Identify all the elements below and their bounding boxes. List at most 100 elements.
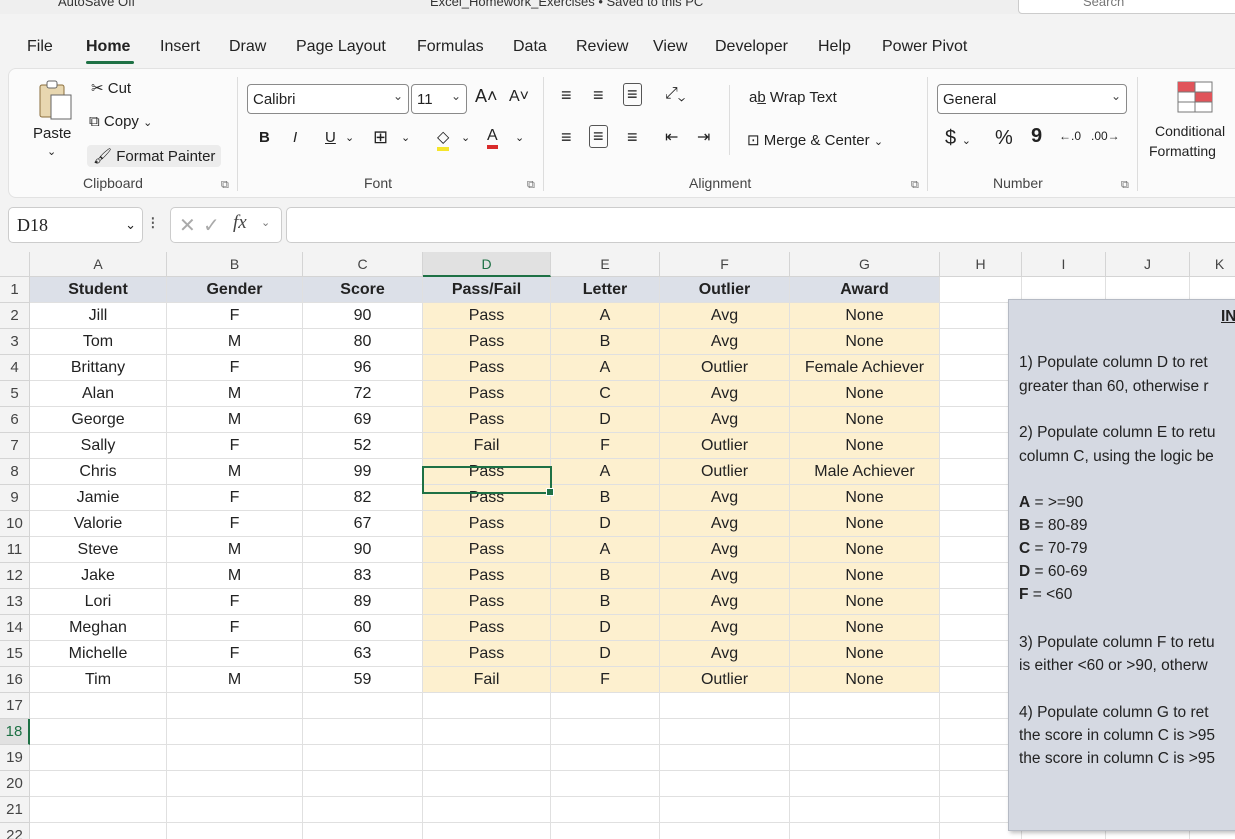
table-cell[interactable]: A <box>551 355 660 381</box>
copy-button[interactable]: ⧉ Copy ⌄ <box>89 113 152 130</box>
row-header[interactable]: 9 <box>0 485 30 511</box>
table-cell[interactable]: Pass <box>423 303 551 329</box>
table-cell[interactable]: None <box>790 667 940 693</box>
currency-button[interactable]: $ ⌄ <box>945 127 971 150</box>
merge-center-button[interactable]: ⊡ Merge & Center ⌄ <box>747 131 883 149</box>
table-cell[interactable]: Pass <box>423 381 551 407</box>
conditional-formatting-button[interactable]: Conditional Formatting <box>1147 79 1235 169</box>
row-header[interactable]: 19 <box>0 745 30 771</box>
table-cell[interactable]: F <box>167 589 303 615</box>
dialog-launcher-icon[interactable]: ⧉ <box>1121 179 1129 192</box>
decrease-indent-icon[interactable]: ⇤ <box>665 127 678 147</box>
cell[interactable] <box>303 823 423 839</box>
table-cell[interactable]: Chris <box>30 459 167 485</box>
table-cell[interactable]: Pass <box>423 407 551 433</box>
table-cell[interactable]: None <box>790 641 940 667</box>
row-header[interactable]: 14 <box>0 615 30 641</box>
table-cell[interactable]: None <box>790 381 940 407</box>
row-header[interactable]: 10 <box>0 511 30 537</box>
font-size-dropdown[interactable]: 11 ⌄ <box>411 84 467 114</box>
table-header-cell[interactable]: Gender <box>167 277 303 303</box>
tab-insert[interactable]: Insert <box>160 38 200 56</box>
table-cell[interactable]: Outlier <box>660 459 790 485</box>
table-cell[interactable]: 99 <box>303 459 423 485</box>
column-header-k[interactable]: K <box>1190 252 1235 277</box>
row-header[interactable]: 22 <box>0 823 30 839</box>
table-cell[interactable]: Pass <box>423 537 551 563</box>
table-header-cell[interactable]: Score <box>303 277 423 303</box>
table-cell[interactable]: F <box>167 641 303 667</box>
wrap-text-button[interactable]: ab̲ Wrap Text <box>749 89 837 106</box>
table-cell[interactable]: F <box>551 667 660 693</box>
table-cell[interactable]: Tim <box>30 667 167 693</box>
row-header[interactable]: 13 <box>0 589 30 615</box>
table-cell[interactable]: None <box>790 589 940 615</box>
column-header-f[interactable]: F <box>660 252 790 277</box>
table-cell[interactable]: 59 <box>303 667 423 693</box>
increase-indent-icon[interactable]: ⇥ <box>697 127 710 147</box>
cell[interactable] <box>660 823 790 839</box>
table-cell[interactable]: Lori <box>30 589 167 615</box>
table-header-cell[interactable]: Outlier <box>660 277 790 303</box>
underline-button[interactable]: U <box>325 129 336 146</box>
table-cell[interactable]: Avg <box>660 615 790 641</box>
cell[interactable] <box>423 693 551 719</box>
table-cell[interactable]: D <box>551 615 660 641</box>
table-cell[interactable]: B <box>551 329 660 355</box>
table-cell[interactable]: Pass <box>423 329 551 355</box>
row-header[interactable]: 5 <box>0 381 30 407</box>
table-cell[interactable]: F <box>167 303 303 329</box>
row-header[interactable]: 11 <box>0 537 30 563</box>
table-cell[interactable]: Pass <box>423 355 551 381</box>
cell[interactable] <box>660 745 790 771</box>
cell[interactable] <box>551 693 660 719</box>
table-cell[interactable]: Avg <box>660 381 790 407</box>
column-header-h[interactable]: H <box>940 252 1022 277</box>
cell[interactable] <box>423 771 551 797</box>
table-header-cell[interactable]: Student <box>30 277 167 303</box>
table-cell[interactable]: M <box>167 381 303 407</box>
table-cell[interactable]: George <box>30 407 167 433</box>
format-painter-button[interactable]: 🖌 Format Painter <box>87 145 222 167</box>
cell[interactable] <box>303 745 423 771</box>
table-cell[interactable]: F <box>167 433 303 459</box>
comma-style-button[interactable]: 9 <box>1031 125 1042 148</box>
align-left-icon[interactable]: ≡ <box>561 127 572 148</box>
table-cell[interactable]: Avg <box>660 303 790 329</box>
table-cell[interactable]: Michelle <box>30 641 167 667</box>
row-header[interactable]: 16 <box>0 667 30 693</box>
cell[interactable] <box>303 693 423 719</box>
align-center-icon[interactable]: ≡ <box>589 125 608 148</box>
cell[interactable] <box>167 823 303 839</box>
cell[interactable] <box>423 719 551 745</box>
align-bottom-icon[interactable]: ≡ <box>623 83 642 106</box>
row-header[interactable]: 20 <box>0 771 30 797</box>
cell[interactable] <box>30 719 167 745</box>
cell[interactable] <box>423 745 551 771</box>
table-cell[interactable]: Female Achiever <box>790 355 940 381</box>
table-cell[interactable]: None <box>790 511 940 537</box>
table-cell[interactable]: 89 <box>303 589 423 615</box>
table-cell[interactable]: Pass <box>423 641 551 667</box>
cell[interactable] <box>551 823 660 839</box>
row-header[interactable]: 1 <box>0 277 30 303</box>
tab-draw[interactable]: Draw <box>229 38 266 56</box>
row-header[interactable]: 7 <box>0 433 30 459</box>
column-header-j[interactable]: J <box>1106 252 1190 277</box>
column-header-d[interactable]: D <box>423 252 551 277</box>
table-cell[interactable]: Avg <box>660 407 790 433</box>
row-header[interactable]: 2 <box>0 303 30 329</box>
percent-button[interactable]: % <box>995 127 1013 150</box>
table-cell[interactable]: D <box>551 407 660 433</box>
table-cell[interactable]: 96 <box>303 355 423 381</box>
table-cell[interactable]: Avg <box>660 537 790 563</box>
table-cell[interactable]: B <box>551 485 660 511</box>
cell[interactable] <box>660 797 790 823</box>
active-cell[interactable] <box>422 466 554 496</box>
table-cell[interactable]: Avg <box>660 485 790 511</box>
cell[interactable] <box>423 823 551 839</box>
cell[interactable] <box>167 693 303 719</box>
row-header[interactable]: 12 <box>0 563 30 589</box>
tab-data[interactable]: Data <box>513 38 547 56</box>
cell[interactable] <box>790 771 940 797</box>
